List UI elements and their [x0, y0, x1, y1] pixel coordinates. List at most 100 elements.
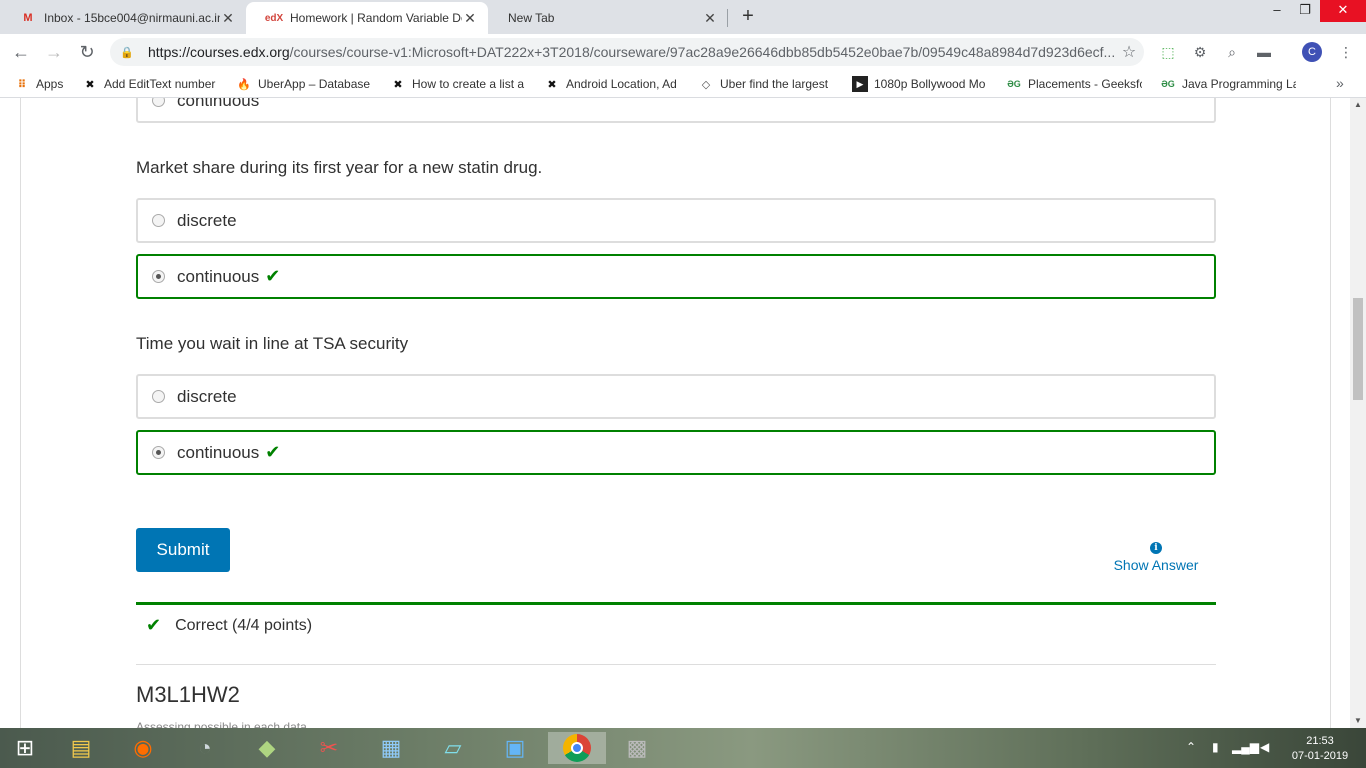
result-status: ✔ Correct (4/4 points)	[146, 615, 312, 636]
search-icon[interactable]: ⌕	[1222, 42, 1242, 62]
content-border-left	[20, 98, 21, 728]
choice-label: discrete	[177, 386, 237, 406]
choice-option[interactable]: discrete	[136, 198, 1216, 243]
section-title: M3L1HW2	[136, 682, 240, 707]
url-host: https://courses.edx.org	[148, 44, 290, 60]
scroll-up-icon[interactable]: ▲	[1350, 98, 1366, 112]
bookmark-item[interactable]: ◇ Uber find the largest	[698, 76, 832, 92]
windows-taskbar: ⊞ ▤ ◉ ◔ ◆ ✂ ▦ ▱ ▣ ▩ ⌃ ▮ ▂▄▆ ◀ 21:53 07-0…	[0, 728, 1366, 768]
result-text: Correct (4/4 points)	[175, 616, 313, 634]
bookmark-label: UberApp – Database	[258, 77, 371, 91]
show-answer-link[interactable]: i Show Answer	[1108, 542, 1204, 573]
lock-icon: 🔒	[120, 46, 134, 59]
tab-newtab[interactable]: New Tab ✕	[488, 2, 728, 34]
url-text[interactable]: https://courses.edx.org/courses/course-v…	[148, 44, 1114, 60]
choice-option[interactable]: discrete	[136, 374, 1216, 419]
radio-button-checked[interactable]	[152, 270, 165, 283]
tab-title: New Tab	[508, 11, 555, 25]
info-icon: i	[1150, 542, 1162, 554]
menu-icon[interactable]: ⋮	[1336, 42, 1356, 62]
submit-button[interactable]: Submit	[136, 528, 230, 572]
xda-icon: ✖	[85, 78, 95, 91]
extension-icon[interactable]: ▬	[1254, 42, 1274, 62]
chevron-right-icon[interactable]: »	[1336, 75, 1344, 91]
close-icon[interactable]: ✕	[462, 10, 478, 26]
firebase-icon: 🔥	[237, 78, 251, 91]
apps-icon: ⠿	[17, 78, 27, 91]
gmail-icon: M	[23, 12, 33, 24]
page-scrollbar[interactable]: ▲ ▼	[1350, 98, 1366, 728]
question-text: Market share during its first year for a…	[136, 158, 543, 177]
show-answer-label: Show Answer	[1113, 557, 1199, 573]
maximize-button[interactable]: ❐	[1290, 0, 1320, 22]
extension-icon[interactable]: ⚙	[1190, 42, 1210, 62]
tab-edx[interactable]: edX Homework | Random Variable De ✕	[246, 2, 488, 34]
radio-button[interactable]	[152, 98, 165, 107]
scroll-thumb[interactable]	[1353, 298, 1363, 400]
radio-button[interactable]	[152, 390, 165, 403]
video-icon: ▶	[852, 76, 868, 92]
tab-separator	[727, 9, 728, 27]
xda-icon: ✖	[393, 78, 403, 91]
bookmark-label: Add EditText number	[104, 77, 216, 91]
bookmark-item[interactable]: ✖ Add EditText number	[82, 76, 218, 92]
bookmark-label: Apps	[36, 77, 64, 91]
quora-icon: ◇	[701, 78, 711, 91]
firewall-icon[interactable]: ▩	[620, 732, 654, 764]
sticky-notes-icon[interactable]: ◆	[250, 732, 284, 764]
close-icon[interactable]: ✕	[220, 10, 236, 26]
tab-title: Inbox - 15bce004@nirmauni.ac.in	[44, 11, 220, 25]
performance-monitor-icon[interactable]: ◔	[188, 732, 222, 764]
bookmark-star-icon[interactable]: ☆	[1114, 42, 1144, 62]
minimize-button[interactable]: –	[1262, 0, 1292, 22]
battery-icon[interactable]: ▮	[1212, 740, 1219, 754]
scroll-down-icon[interactable]: ▼	[1350, 714, 1366, 728]
choice-option-correct[interactable]: continuous ✔	[136, 430, 1216, 475]
snipping-tool-icon[interactable]: ✂	[312, 732, 346, 764]
bookmark-label: Uber find the largest	[720, 77, 829, 91]
bookmark-item[interactable]: ƏG Java Programming La	[1160, 76, 1296, 92]
tab-strip: M Inbox - 15bce004@nirmauni.ac.in ✕ edX …	[0, 0, 1366, 34]
extension-icon[interactable]: ⬚	[1158, 42, 1178, 62]
system-clock[interactable]: 21:53 07-01-2019	[1290, 734, 1350, 764]
file-explorer-icon[interactable]: ▤	[64, 732, 98, 764]
calculator-icon[interactable]: ▦	[374, 732, 408, 764]
gfg-icon: ƏG	[1007, 79, 1021, 89]
volume-icon[interactable]: ◀	[1260, 740, 1269, 754]
radio-button[interactable]	[152, 214, 165, 227]
choice-label: continuous	[177, 442, 260, 462]
windows-start-icon[interactable]: ⊞	[8, 732, 42, 764]
bookmark-label: 1080p Bollywood Mo	[874, 77, 986, 91]
bookmark-item[interactable]: ▶ 1080p Bollywood Mo	[852, 76, 988, 92]
choice-option-correct[interactable]: continuous ✔	[136, 254, 1216, 299]
window-close-button[interactable]: ✕	[1320, 0, 1366, 22]
profile-avatar[interactable]: C	[1302, 42, 1322, 62]
address-bar[interactable]: 🔒 https://courses.edx.org/courses/course…	[110, 38, 1144, 66]
firefox-icon[interactable]: ◉	[126, 732, 160, 764]
bookmark-item[interactable]: 🔥 UberApp – Database	[236, 76, 372, 92]
new-tab-button[interactable]: +	[737, 6, 759, 28]
radio-button-checked[interactable]	[152, 446, 165, 459]
bookmarks-bar: ⠿ Apps ✖ Add EditText number 🔥 UberApp –…	[0, 70, 1366, 98]
bookmark-label: Java Programming La	[1182, 77, 1296, 91]
bookmark-item[interactable]: ✖ Android Location, Ad	[544, 76, 680, 92]
checkmark-icon: ✔	[265, 266, 281, 286]
content-border-right	[1330, 98, 1331, 728]
notepad-icon[interactable]: ▱	[436, 732, 470, 764]
signal-icon[interactable]: ▂▄▆	[1232, 740, 1259, 754]
choice-label: continuous	[177, 98, 260, 110]
bookmark-item[interactable]: ✖ How to create a list a	[390, 76, 526, 92]
bookmark-item[interactable]: ƏG Placements - Geeksfc	[1006, 76, 1142, 92]
control-panel-icon[interactable]: ▣	[498, 732, 532, 764]
question-text: Time you wait in line at TSA security	[136, 334, 409, 353]
browser-toolbar: ← → ↻ 🔒 https://courses.edx.org/courses/…	[0, 34, 1366, 70]
close-icon[interactable]: ✕	[702, 10, 718, 26]
choice-option[interactable]: continuous	[136, 98, 1216, 123]
reload-button[interactable]: ↻	[75, 40, 99, 64]
chrome-icon[interactable]	[548, 732, 606, 764]
tab-gmail[interactable]: M Inbox - 15bce004@nirmauni.ac.in ✕	[0, 2, 246, 34]
back-button[interactable]: ←	[9, 40, 33, 64]
tray-chevron-up-icon[interactable]: ⌃	[1186, 740, 1196, 754]
forward-button[interactable]: →	[42, 40, 66, 64]
bookmark-apps[interactable]: ⠿ Apps	[14, 76, 74, 92]
